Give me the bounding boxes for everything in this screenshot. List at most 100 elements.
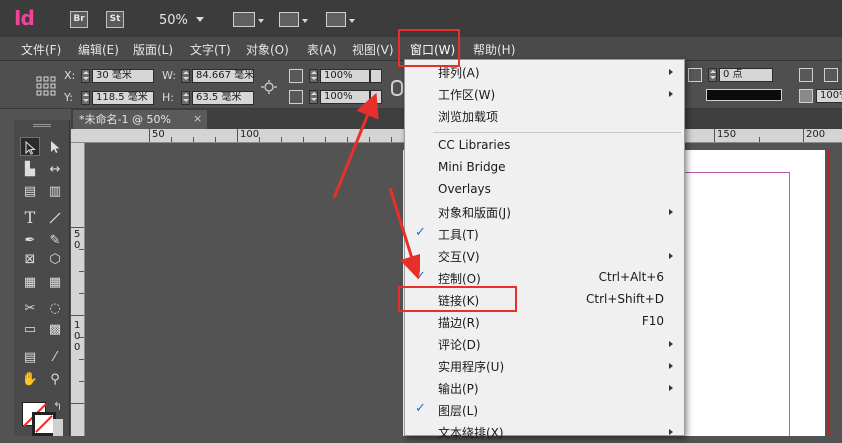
free-transform-tool-icon[interactable]: ◌ [45,299,65,318]
menu-item-shortcut: Ctrl+Alt+6 [598,270,664,284]
menu-item-label: 描边(R) [438,316,480,330]
arrange-documents-icon[interactable] [326,12,346,27]
menu-type[interactable]: 文字(T) [190,41,231,58]
ruler-tick [171,137,172,142]
w-stepper[interactable] [181,69,190,83]
menu-file[interactable]: 文件(F) [21,41,61,58]
menu-table[interactable]: 表(A) [307,41,337,58]
rectangle-frame-tool-icon[interactable]: ⊠ [20,250,40,269]
highlight-box-window-menu [398,29,460,67]
scale-y-stepper[interactable] [309,90,318,104]
menu-item-label: 文本绕排(X) [438,426,504,440]
menu-item-layers[interactable]: ✓ 图层(L) [405,399,684,421]
menu-item-label: 控制(O) [438,272,481,286]
stroke-weight-field[interactable]: 0 点 [719,68,773,82]
constrain-proportions-icon[interactable] [260,79,278,95]
scissors-tool-icon[interactable]: ✂ [20,299,40,318]
close-icon[interactable]: × [193,112,202,125]
ruler-label: 200 [806,129,826,140]
menu-item-interactive[interactable]: 交互(V) [405,245,684,267]
scale-x-stepper[interactable] [309,69,318,83]
gradient-swatch-tool-icon[interactable]: ▭ [20,320,40,339]
menu-item-stroke[interactable]: 描边(R) F10 [405,311,684,333]
selection-tool-icon[interactable] [20,137,40,156]
vertical-grid-icon[interactable]: ▦ [45,273,65,292]
height-field[interactable]: 63.5 毫米 [192,91,254,105]
content-collector-icon[interactable]: ▤ [20,182,40,201]
drop-shadow-icon[interactable] [824,68,838,82]
menu-item-utilities[interactable]: 实用程序(U) [405,355,684,377]
gap-tool-icon[interactable]: ↔ [45,160,65,179]
vertical-ruler[interactable]: 5 0 1 0 0 [71,143,85,436]
menu-object[interactable]: 对象(O) [246,41,289,58]
pencil-tool-icon[interactable]: ✎ [45,231,65,250]
menu-item-object-layout[interactable]: 对象和版面(J) [405,201,684,223]
h-stepper[interactable] [181,91,190,105]
ruler-tick [237,129,238,142]
horizontal-grid-icon[interactable]: ▦ [20,273,40,292]
stroke-weight-stepper[interactable] [708,68,717,82]
y-stepper[interactable] [81,91,90,105]
type-tool-icon[interactable]: T [20,208,40,227]
frame-fitting-icon[interactable] [799,68,813,82]
line-tool-icon[interactable] [45,208,65,227]
reference-point-icon[interactable] [36,76,56,96]
chevron-down-icon[interactable] [258,19,264,23]
panel-grip[interactable] [33,124,51,127]
width-field[interactable]: 84.667 毫米 [192,69,254,83]
menu-item-text-wrap[interactable]: 文本绕排(X) [405,421,684,443]
menu-item-label: 浏览加载项 [438,110,499,124]
ruler-label: 100 [240,129,260,140]
scale-x-field[interactable]: 100% [320,69,370,83]
bridge-button[interactable]: Br [70,11,88,28]
hand-tool-icon[interactable]: ✋ [20,370,40,389]
apply-color-icon[interactable] [53,419,63,436]
menu-edit[interactable]: 编辑(E) [78,41,119,58]
note-tool-icon[interactable]: ▤ [20,348,40,367]
ruler-tick [71,403,84,404]
pen-tool-icon[interactable]: ✒ [20,231,40,250]
direct-selection-tool-icon[interactable] [45,137,65,156]
screen-mode-icon[interactable] [279,12,299,27]
stock-button[interactable]: St [106,11,124,28]
gradient-feather-tool-icon[interactable]: ▩ [45,320,65,339]
menu-item-browse-addons[interactable]: 浏览加载项 [405,105,684,127]
menu-item-comments[interactable]: 评论(D) [405,333,684,355]
page-tool-icon[interactable]: ▙ [20,160,40,179]
h-label: H: [162,91,174,104]
ruler-tick [79,381,84,382]
ruler-label: 0 [74,240,81,251]
zoom-dropdown-icon[interactable] [196,17,204,22]
window-menu-dropdown: 排列(A) 工作区(W) 浏览加载项 CC Libraries Mini Bri… [404,59,685,440]
menu-help[interactable]: 帮助(H) [473,41,515,58]
eyedropper-tool-icon[interactable]: ⁄ [45,348,65,367]
menu-item-mini-bridge[interactable]: Mini Bridge [405,157,684,179]
menu-item-cc-libraries[interactable]: CC Libraries [405,135,684,157]
stroke-style-icon [688,68,702,82]
scale-y-icon [289,90,303,104]
swap-fill-stroke-icon[interactable]: ↰ [53,400,62,413]
document-tab[interactable]: *未命名-1 @ 50% [73,110,207,129]
menu-item-tools[interactable]: ✓ 工具(T) [405,223,684,245]
menu-item-output[interactable]: 输出(P) [405,377,684,399]
polygon-tool-icon[interactable]: ⬡ [45,250,65,269]
x-stepper[interactable] [81,69,90,83]
content-placer-icon[interactable]: ▥ [45,182,65,201]
x-position-field[interactable]: 30 毫米 [92,69,154,83]
y-position-field[interactable]: 118.5 毫米 [92,91,154,105]
menu-layout[interactable]: 版面(L) [133,41,173,58]
submenu-arrow-icon [669,429,673,435]
opacity-field[interactable]: 100% [816,89,842,103]
menu-item-label: Mini Bridge [438,160,506,174]
stroke-type-swatch[interactable] [706,89,782,101]
view-options-icon[interactable] [233,12,255,27]
opacity-icon [799,89,813,103]
scale-x-dropdown[interactable] [370,69,382,83]
menu-view[interactable]: 视图(V) [352,41,394,58]
menu-item-overlays[interactable]: Overlays [405,179,684,201]
menu-item-workspace[interactable]: 工作区(W) [405,83,684,105]
chevron-down-icon[interactable] [302,19,308,23]
zoom-tool-icon[interactable]: ⚲ [45,370,65,389]
chevron-down-icon[interactable] [349,19,355,23]
zoom-level[interactable]: 50% [159,13,188,28]
